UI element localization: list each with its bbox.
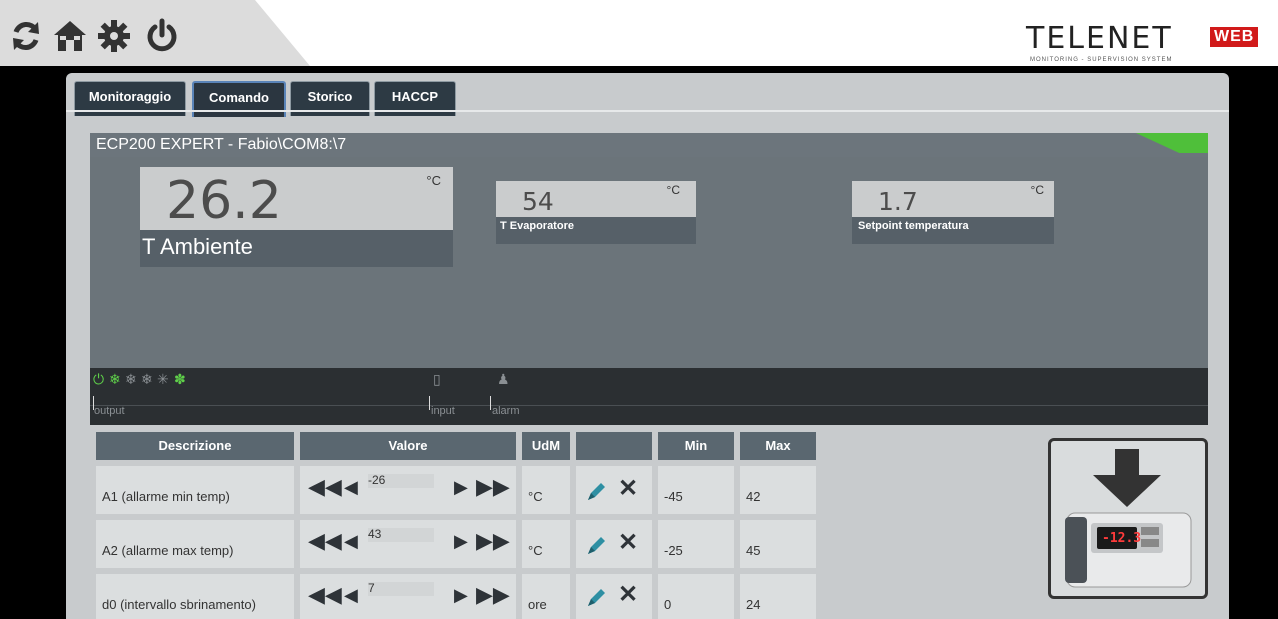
header-udm: UdM — [522, 432, 570, 460]
gauge-label: Setpoint temperatura — [858, 220, 969, 232]
decrement-fast-icon[interactable]: ◀◀ — [308, 476, 342, 498]
io-status-bar: ⏻ ❄ ❄ ❄ ✳ ✽ ▯ ♟ output input alarm — [90, 368, 1208, 425]
cell-actions: ✕ — [576, 466, 652, 514]
fan-icon: ✽ — [174, 371, 186, 387]
cell-valore: ◀◀ ◀ 7 ▶ ▶▶ — [300, 574, 516, 619]
gauge-value: 54 — [522, 187, 554, 216]
increment-icon[interactable]: ▶ — [454, 530, 468, 552]
device-header: ECP200 EXPERT - Fabio\COM8:\7 — [90, 133, 1208, 157]
close-icon[interactable]: ✕ — [618, 531, 638, 555]
compressor-icon: ❄ — [109, 371, 121, 387]
gauge-setpoint: 1.7 °C Setpoint temperatura — [852, 181, 1054, 244]
header-min: Min — [658, 432, 734, 460]
alarm-label: alarm — [492, 405, 520, 417]
brand-badge: WEB — [1210, 27, 1259, 47]
increment-fast-icon[interactable]: ▶▶ — [476, 476, 510, 498]
device-title: ECP200 EXPERT - Fabio\COM8:\7 — [96, 136, 347, 153]
device-display-value: -12.3 — [1102, 531, 1142, 546]
increment-icon[interactable]: ▶ — [454, 476, 468, 498]
gauge-t-evaporatore: 54 °C T Evaporatore — [496, 181, 696, 244]
download-to-device-button[interactable]: -12.3 — [1048, 438, 1208, 599]
brand-name: TELENET — [1026, 21, 1173, 56]
cell-descrizione: A1 (allarme min temp) — [96, 466, 294, 514]
header-valore: Valore — [300, 432, 516, 460]
cell-udm: °C — [522, 520, 570, 568]
alarm-icon: ♟ — [497, 371, 510, 387]
close-icon[interactable]: ✕ — [618, 477, 638, 501]
close-icon[interactable]: ✕ — [618, 583, 638, 607]
value-input[interactable]: -26 — [368, 474, 434, 488]
cell-max: 24 — [740, 574, 816, 619]
device-status-indicator — [1136, 133, 1208, 153]
header-actions — [576, 432, 652, 460]
value-input[interactable]: 43 — [368, 528, 434, 542]
decrement-fast-icon[interactable]: ◀◀ — [308, 530, 342, 552]
cell-udm: ore — [522, 574, 570, 619]
power-icon[interactable] — [144, 18, 180, 54]
refresh-icon[interactable] — [8, 18, 44, 54]
header-max: Max — [740, 432, 816, 460]
download-device-icon — [1065, 449, 1192, 588]
cell-udm: °C — [522, 466, 570, 514]
gauge-label: T Evaporatore — [500, 220, 574, 232]
brand-tagline: MONITORING - SUPERVISION SYSTEM — [1030, 57, 1173, 63]
gauge-value: 26.2 — [166, 171, 282, 231]
top-bar: TELENET WEB MONITORING - SUPERVISION SYS… — [0, 0, 1278, 66]
value-input[interactable]: 7 — [368, 582, 434, 596]
cell-actions: ✕ — [576, 574, 652, 619]
decrement-icon[interactable]: ◀ — [344, 476, 358, 498]
defrost-icon: ❄ — [125, 371, 137, 387]
header-descrizione: Descrizione — [96, 432, 294, 460]
gauge-label: T Ambiente — [142, 234, 253, 259]
power-icon: ⏻ — [93, 371, 105, 387]
cell-valore: ◀◀ ◀ -26 ▶ ▶▶ — [300, 466, 516, 514]
input-label: input — [431, 405, 455, 417]
door-input-icon: ▯ — [433, 371, 441, 387]
brand-logo: TELENET WEB MONITORING - SUPERVISION SYS… — [1026, 21, 1274, 63]
cell-descrizione: d0 (intervallo sbrinamento) — [96, 574, 294, 619]
decrement-icon[interactable]: ◀ — [344, 584, 358, 606]
pencil-icon[interactable] — [586, 480, 608, 502]
gauge-value: 1.7 — [878, 187, 918, 216]
decrement-icon[interactable]: ◀ — [344, 530, 358, 552]
output-label: output — [94, 405, 125, 417]
light-icon: ✳ — [157, 371, 169, 387]
cell-min: -45 — [658, 466, 734, 514]
cell-min: 0 — [658, 574, 734, 619]
cell-valore: ◀◀ ◀ 43 ▶ ▶▶ — [300, 520, 516, 568]
increment-fast-icon[interactable]: ▶▶ — [476, 530, 510, 552]
home-icon[interactable] — [52, 18, 88, 54]
pencil-icon[interactable] — [586, 586, 608, 608]
cell-max: 42 — [740, 466, 816, 514]
tab-separator — [66, 110, 1229, 112]
defrost2-icon: ❄ — [141, 371, 153, 387]
cell-min: -25 — [658, 520, 734, 568]
cell-descrizione: A2 (allarme max temp) — [96, 520, 294, 568]
increment-fast-icon[interactable]: ▶▶ — [476, 584, 510, 606]
gear-icon[interactable] — [96, 18, 132, 54]
gauge-unit: °C — [426, 173, 441, 188]
device-body: 26.2 °C T Ambiente 54 °C T Evaporatore 1… — [90, 157, 1208, 368]
gauge-t-ambiente: 26.2 °C T Ambiente — [140, 167, 453, 267]
pencil-icon[interactable] — [586, 534, 608, 556]
cell-max: 45 — [740, 520, 816, 568]
cell-actions: ✕ — [576, 520, 652, 568]
gauge-unit: °C — [1030, 183, 1044, 197]
decrement-fast-icon[interactable]: ◀◀ — [308, 584, 342, 606]
increment-icon[interactable]: ▶ — [454, 584, 468, 606]
gauge-unit: °C — [666, 183, 680, 197]
